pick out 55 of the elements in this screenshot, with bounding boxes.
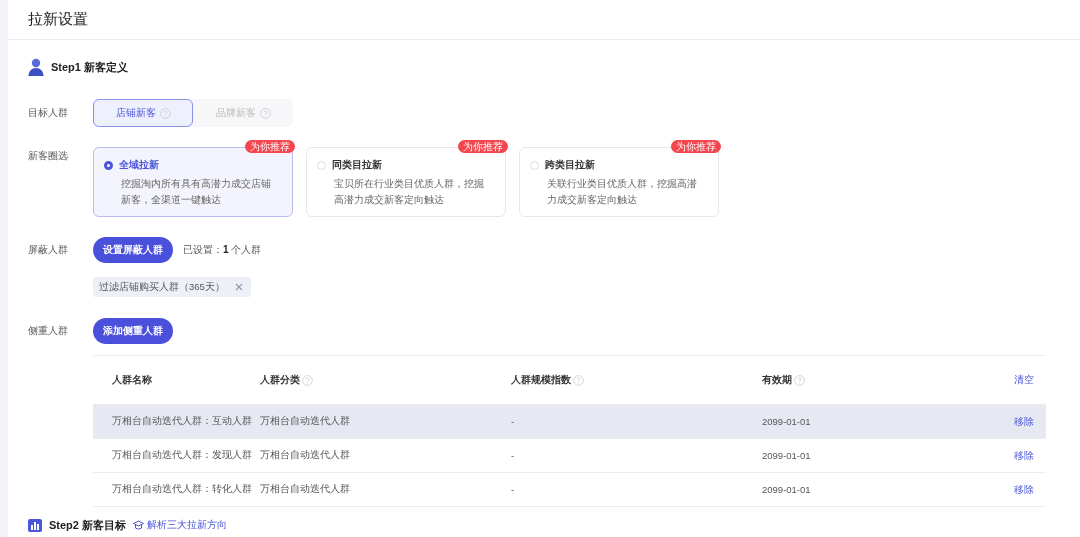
remove-link[interactable]: 移除 xyxy=(1014,414,1034,429)
remove-link[interactable]: 移除 xyxy=(1014,448,1034,463)
table-row[interactable]: 万相台自动迭代人群：发现人群 万相台自动迭代人群 - 2099-01-01 移除 xyxy=(93,439,1046,473)
card-description: 挖掘淘内所有具有高潜力成交店铺新客，全渠道一键触达 xyxy=(121,177,272,207)
tag-label: 过滤店铺购买人群（365天） xyxy=(99,280,225,294)
help-icon[interactable] xyxy=(573,374,584,386)
table-cell-text: 万相台自动迭代人群：转化人群 xyxy=(112,483,253,496)
table-cell-text: 2099-01-01 xyxy=(762,450,812,461)
help-icon[interactable] xyxy=(259,107,271,119)
table-cell-text: 万相台自动迭代人群 xyxy=(260,449,351,462)
recommend-badge: 为你推荐 xyxy=(458,140,508,153)
table-cell-text: 万相台自动迭代人群 xyxy=(260,483,351,496)
analysis-link[interactable]: 解析三大拉新方向 xyxy=(133,518,227,532)
close-icon[interactable] xyxy=(234,283,243,291)
table-cell-text: 2099-01-01 xyxy=(762,484,812,495)
table-cell-text: 2099-01-01 xyxy=(762,416,812,427)
graduation-cap-icon xyxy=(133,520,144,530)
recommend-badge: 为你推荐 xyxy=(245,140,295,153)
column-header: 人群名称 xyxy=(112,373,153,387)
card-description: 关联行业类目优质人群，挖掘高潜力成交新客定向触达 xyxy=(547,177,698,207)
table-cell-text: 万相台自动迭代人群 xyxy=(260,415,351,428)
remove-link[interactable]: 移除 xyxy=(1014,482,1034,497)
page-title: 拉新设置 xyxy=(28,10,88,29)
table-row[interactable]: 万相台自动迭代人群：转化人群 万相台自动迭代人群 - 2099-01-01 移除 xyxy=(93,473,1046,507)
help-icon[interactable] xyxy=(302,374,313,386)
card-title: 同类目拉新 xyxy=(332,158,382,172)
bar-chart-icon xyxy=(28,518,42,532)
clear-link[interactable]: 清空 xyxy=(1014,373,1034,387)
help-icon[interactable] xyxy=(794,374,805,386)
card-title: 全域拉新 xyxy=(119,158,159,172)
recommend-badge: 为你推荐 xyxy=(671,140,721,153)
table-cell-text: - xyxy=(511,484,516,495)
set-exclusion-button[interactable]: 设置屏蔽人群 xyxy=(93,237,173,263)
step-title: Step2 新客目标 xyxy=(49,517,126,533)
field-label: 侧重人群 xyxy=(28,324,69,338)
table-cell-text: - xyxy=(511,416,516,427)
card-description: 宝贝所在行业类目优质人群，挖掘高潜力成交新客定向触达 xyxy=(334,177,485,207)
table-row[interactable]: 万相台自动迭代人群：互动人群 万相台自动迭代人群 - 2099-01-01 移除 xyxy=(93,405,1046,439)
step-title: Step1 新客定义 xyxy=(51,59,128,75)
table-cell-text: 万相台自动迭代人群：发现人群 xyxy=(112,449,253,462)
radio-button[interactable] xyxy=(104,160,113,170)
card-title: 跨类目拉新 xyxy=(545,158,595,172)
field-label: 屏蔽人群 xyxy=(28,243,69,257)
column-header: 有效期 xyxy=(762,373,1014,387)
status-text: 已设置：1 个人群 xyxy=(183,243,262,257)
column-header: 人群规模指数 xyxy=(511,373,762,387)
column-header: 人群分类 xyxy=(260,373,511,387)
table-cell-text: - xyxy=(511,450,516,461)
add-focus-button[interactable]: 添加侧重人群 xyxy=(93,318,173,344)
user-icon xyxy=(28,58,44,76)
segment-option[interactable]: 店铺新客 xyxy=(93,99,193,127)
help-icon[interactable] xyxy=(159,107,171,119)
field-label: 目标人群 xyxy=(28,106,69,120)
field-label: 新客圈选 xyxy=(28,149,69,163)
table-cell-text: 万相台自动迭代人群：互动人群 xyxy=(112,415,253,428)
